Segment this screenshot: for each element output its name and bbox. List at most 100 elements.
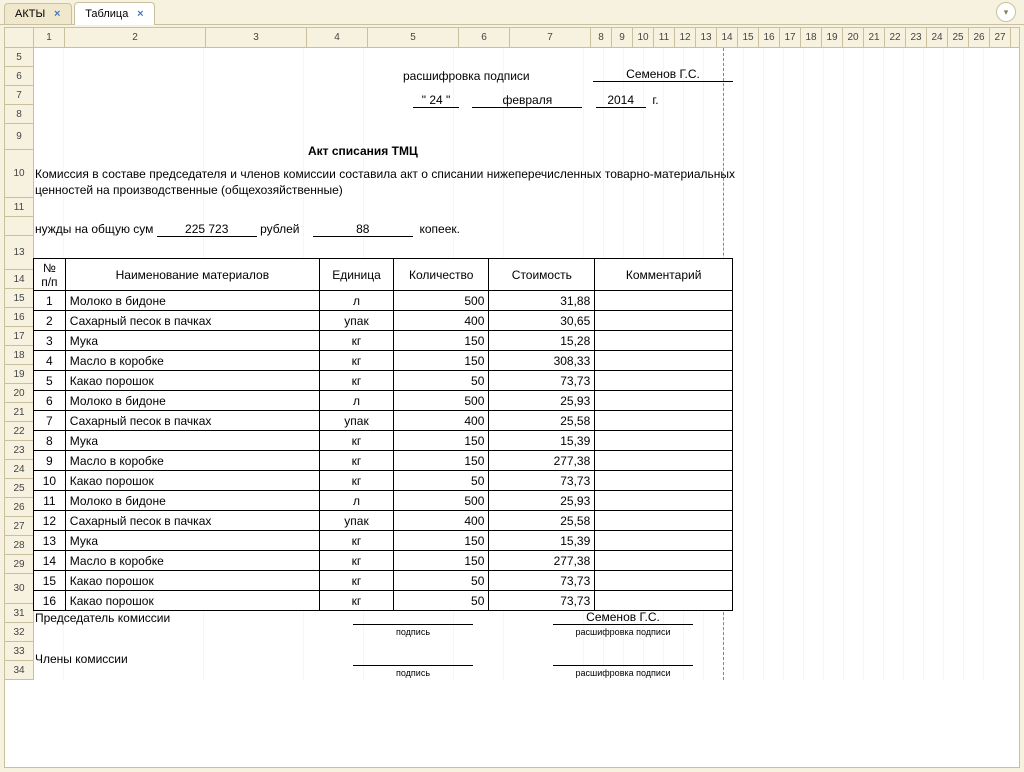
row-header[interactable] (5, 217, 34, 236)
column-header[interactable]: 23 (906, 28, 927, 47)
row-header[interactable]: 8 (5, 105, 34, 124)
decipher-small: расшифровка подписи (553, 668, 693, 678)
table-row[interactable]: 6Молоко в бидонел50025,93 (34, 391, 733, 411)
column-header[interactable]: 12 (675, 28, 696, 47)
table-row[interactable]: 8Мукакг15015,39 (34, 431, 733, 451)
row-header[interactable]: 11 (5, 198, 34, 217)
grid-scroll-area[interactable]: 5678910111314151617181920212223242526272… (5, 48, 1019, 767)
chairman-label: Председатель комиссии (35, 611, 170, 625)
row-header[interactable]: 18 (5, 346, 34, 365)
column-header[interactable]: 15 (738, 28, 759, 47)
cell-qty: 400 (394, 311, 489, 331)
table-row[interactable]: 11Молоко в бидонел50025,93 (34, 491, 733, 511)
column-header[interactable]: 11 (654, 28, 675, 47)
row-header[interactable]: 5 (5, 48, 34, 67)
column-header[interactable]: 19 (822, 28, 843, 47)
row-header[interactable]: 6 (5, 67, 34, 86)
row-header[interactable]: 26 (5, 498, 34, 517)
chairman-name: Семенов Г.С. (553, 610, 693, 625)
table-row[interactable]: 1Молоко в бидонел50031,88 (34, 291, 733, 311)
select-all-corner[interactable] (5, 28, 34, 47)
table-row[interactable]: 3Мукакг15015,28 (34, 331, 733, 351)
row-header[interactable]: 20 (5, 384, 34, 403)
row-header[interactable]: 22 (5, 422, 34, 441)
column-header[interactable]: 24 (927, 28, 948, 47)
tab-tablica[interactable]: Таблица × (74, 2, 155, 25)
column-header[interactable]: 16 (759, 28, 780, 47)
tab-akty[interactable]: АКТЫ × (4, 3, 72, 24)
row-cells[interactable] (34, 124, 1010, 150)
row-header[interactable]: 31 (5, 604, 34, 623)
cell-no: 16 (34, 591, 66, 611)
chevron-down-icon: ▾ (1004, 7, 1009, 18)
table-row[interactable]: 13Мукакг15015,39 (34, 531, 733, 551)
column-header[interactable]: 27 (990, 28, 1011, 47)
column-header[interactable]: 2 (65, 28, 206, 47)
row-header[interactable]: 32 (5, 623, 34, 642)
column-header[interactable]: 22 (885, 28, 906, 47)
cell-name: Мука (65, 331, 319, 351)
row-header[interactable]: 24 (5, 460, 34, 479)
cell-cost: 15,28 (489, 331, 595, 351)
table-row[interactable]: 9Масло в коробкекг150277,38 (34, 451, 733, 471)
table-row[interactable]: 4Масло в коробкекг150308,33 (34, 351, 733, 371)
row-cells[interactable] (34, 623, 1010, 642)
column-header[interactable]: 5 (368, 28, 459, 47)
table-row[interactable]: 14Масло в коробкекг150277,38 (34, 551, 733, 571)
row-header[interactable]: 10 (5, 150, 34, 198)
row-header[interactable]: 13 (5, 236, 34, 270)
column-header[interactable]: 3 (206, 28, 307, 47)
signature-label: расшифровка подписи (403, 69, 530, 83)
row-header[interactable]: 14 (5, 270, 34, 289)
row-header[interactable]: 21 (5, 403, 34, 422)
row-cells[interactable] (34, 48, 1010, 67)
cell-qty: 150 (394, 431, 489, 451)
column-header[interactable]: 10 (633, 28, 654, 47)
row-header[interactable]: 33 (5, 642, 34, 661)
tabstrip-dropdown[interactable]: ▾ (996, 2, 1016, 22)
column-header[interactable]: 21 (864, 28, 885, 47)
column-header[interactable]: 1 (34, 28, 65, 47)
column-header[interactable]: 18 (801, 28, 822, 47)
cell-name: Молоко в бидоне (65, 291, 319, 311)
row-header[interactable]: 9 (5, 124, 34, 150)
row-header[interactable]: 29 (5, 555, 34, 574)
column-header[interactable]: 25 (948, 28, 969, 47)
close-icon[interactable]: × (51, 8, 63, 20)
column-header[interactable]: 6 (459, 28, 510, 47)
row-header[interactable]: 15 (5, 289, 34, 308)
table-row[interactable]: 7Сахарный песок в пачкахупак40025,58 (34, 411, 733, 431)
row-cells[interactable] (34, 642, 1010, 661)
column-header[interactable]: 8 (591, 28, 612, 47)
table-row[interactable]: 10Какао порошоккг5073,73 (34, 471, 733, 491)
table-row[interactable]: 2Сахарный песок в пачкахупак40030,65 (34, 311, 733, 331)
table-row[interactable]: 12Сахарный песок в пачкахупак40025,58 (34, 511, 733, 531)
row-header[interactable]: 19 (5, 365, 34, 384)
table-row[interactable]: 16Какао порошоккг5073,73 (34, 591, 733, 611)
column-header[interactable]: 17 (780, 28, 801, 47)
column-header[interactable]: 13 (696, 28, 717, 47)
row-header[interactable]: 7 (5, 86, 34, 105)
column-header[interactable]: 9 (612, 28, 633, 47)
cell-no: 1 (34, 291, 66, 311)
table-row[interactable]: 15Какао порошоккг5073,73 (34, 571, 733, 591)
column-header[interactable]: 14 (717, 28, 738, 47)
column-header[interactable]: 4 (307, 28, 368, 47)
cell-comment (595, 471, 733, 491)
column-header[interactable]: 20 (843, 28, 864, 47)
row-header[interactable]: 27 (5, 517, 34, 536)
row-header[interactable]: 17 (5, 327, 34, 346)
table-row[interactable]: 5Какао порошоккг5073,73 (34, 371, 733, 391)
row-cells[interactable] (34, 198, 1010, 217)
row-cells[interactable] (34, 661, 1010, 680)
decipher-small: расшифровка подписи (553, 627, 693, 637)
close-icon[interactable]: × (134, 8, 146, 20)
row-header[interactable]: 23 (5, 441, 34, 460)
column-header[interactable]: 7 (510, 28, 591, 47)
row-header[interactable]: 16 (5, 308, 34, 327)
column-header[interactable]: 26 (969, 28, 990, 47)
row-header[interactable]: 30 (5, 574, 34, 604)
row-header[interactable]: 25 (5, 479, 34, 498)
row-header[interactable]: 28 (5, 536, 34, 555)
row-header[interactable]: 34 (5, 661, 34, 680)
